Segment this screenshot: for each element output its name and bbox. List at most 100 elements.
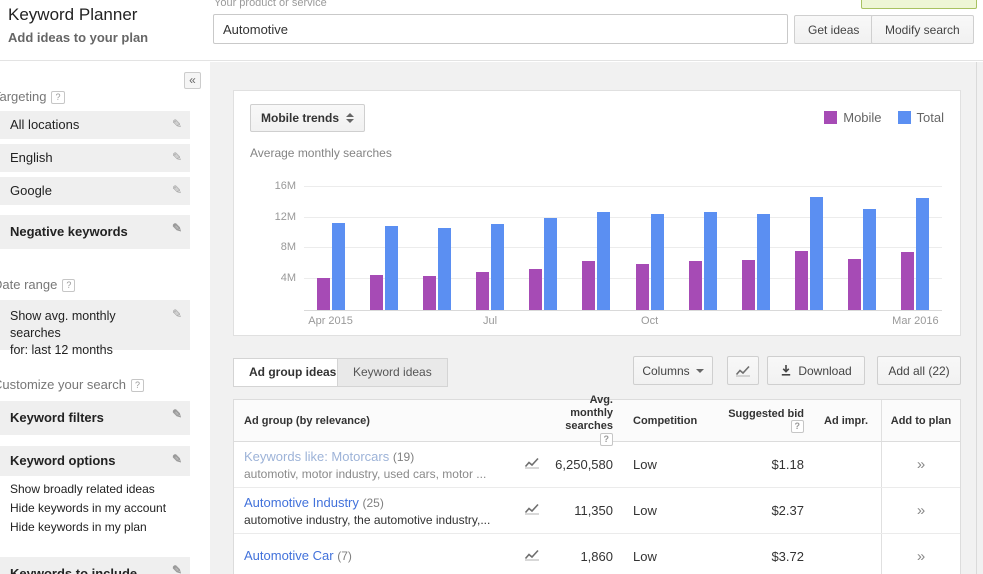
sidebar-item-keywords-to-include[interactable]: Keywords to include (0, 557, 190, 574)
edit-pencil-icon[interactable] (172, 117, 182, 131)
columns-dropdown[interactable]: Columns (633, 356, 713, 385)
collapse-sidebar-button[interactable] (184, 72, 201, 89)
help-icon[interactable] (51, 91, 65, 104)
edit-pencil-icon[interactable] (172, 452, 182, 466)
trend-chart-icon[interactable] (522, 547, 542, 566)
edit-pencil-icon[interactable] (172, 183, 182, 197)
suggested-bid-value: $2.37 (771, 503, 804, 518)
competition-value: Low (633, 457, 657, 472)
bar-group (794, 197, 823, 310)
help-icon[interactable] (130, 379, 144, 392)
caret-down-icon (695, 368, 704, 373)
ad-group-link[interactable]: Keywords like: Motorcars (244, 449, 389, 464)
col-add-to-plan: Add to plan (881, 400, 960, 441)
keyword-count: (19) (392, 449, 415, 464)
x-axis-label: Apr 2015 (308, 315, 353, 327)
sidebar-item-language[interactable]: English (0, 144, 190, 172)
sidebar-item-keyword-options[interactable]: Keyword options (0, 446, 190, 476)
bar-group (476, 224, 505, 310)
page-subtitle: Add ideas to your plan (8, 30, 149, 45)
sidebar-item-negative-keywords[interactable]: Negative keywords (0, 215, 190, 249)
bar-mobile (316, 278, 330, 310)
edit-pencil-icon[interactable] (172, 150, 182, 164)
sidebar-item-all-locations[interactable]: All locations (0, 111, 190, 139)
keyword-count: (25) (362, 495, 384, 510)
suggested-bid-value: $1.18 (771, 457, 804, 472)
help-icon[interactable] (790, 420, 804, 433)
x-axis-label: Mar 2016 (892, 315, 939, 327)
bar-mobile (741, 260, 755, 310)
help-icon[interactable] (599, 433, 613, 446)
customize-label-text: Customize your search (0, 377, 126, 392)
avg-monthly-searches-value: 1,860 (580, 549, 613, 564)
trend-chart-icon[interactable] (522, 455, 542, 474)
sidebar-item-date-range[interactable]: Show avg. monthly searches for: last 12 … (0, 300, 190, 357)
chart-view-button[interactable] (727, 356, 759, 385)
bar-total (384, 226, 398, 310)
mobile-trends-label: Mobile trends (261, 111, 340, 125)
cutoff-top-button[interactable] (861, 0, 977, 9)
date-range-line1: Show avg. monthly searches (10, 309, 116, 340)
competition-value: Low (633, 503, 657, 518)
x-axis-label: Jul (483, 315, 498, 327)
help-icon[interactable] (62, 279, 76, 292)
total-swatch-icon (897, 111, 911, 124)
ad-group-keywords: automotive industry, the automotive indu… (244, 512, 491, 527)
get-ideas-button[interactable]: Get ideas (794, 15, 874, 44)
table-row: Automotive Industry (25) automotive indu… (234, 488, 960, 534)
option-show-broadly: Show broadly related ideas (10, 482, 155, 496)
add-to-plan-button[interactable] (917, 456, 925, 473)
trend-chart-icon[interactable] (522, 501, 542, 520)
negative-keywords-label: Negative keywords (10, 224, 128, 239)
ad-group-link[interactable]: Automotive Car (244, 548, 334, 563)
bar-group (582, 212, 611, 310)
bar-total (437, 228, 451, 310)
trends-chart-card: Mobile trends Mobile Total Average month… (233, 90, 961, 336)
targeting-label-text: Targeting (0, 89, 47, 104)
bar-group (901, 198, 930, 310)
download-button[interactable]: Download (767, 356, 865, 385)
page-title: Keyword Planner (8, 5, 138, 24)
bar-total (544, 218, 558, 310)
tab-keyword-ideas[interactable]: Keyword ideas (337, 358, 448, 387)
bar-total (491, 224, 505, 310)
bar-total (809, 197, 823, 310)
bar-total (756, 214, 770, 310)
ad-group-ideas-table: Ad group (by relevance) Avg. monthly sea… (233, 394, 961, 574)
date-range-section-label: Date range (0, 277, 210, 292)
keyword-planner-app: Keyword Planner Add ideas to your plan Y… (0, 0, 983, 574)
ad-group-link[interactable]: Automotive Industry (244, 495, 359, 510)
bar-total (597, 212, 611, 310)
sidebar-item-network[interactable]: Google (0, 177, 190, 205)
table-row: Keywords like: Motorcars (19) automotiv,… (234, 442, 960, 488)
legend-total: Total (897, 110, 944, 125)
col-ad-group: Ad group (by relevance) (244, 414, 370, 427)
y-axis-label: 16M (274, 179, 296, 192)
customize-section-label: Customize your search (0, 377, 210, 392)
edit-pencil-icon[interactable] (172, 407, 182, 421)
sidebar-item-keyword-filters[interactable]: Keyword filters (0, 401, 190, 435)
edit-pencil-icon[interactable] (172, 221, 182, 235)
bar-group (848, 209, 877, 310)
download-label: Download (798, 363, 852, 378)
all-locations-label: All locations (10, 117, 80, 132)
language-label: English (10, 150, 53, 165)
edit-pencil-icon[interactable] (172, 563, 182, 574)
search-label: Your product or service (214, 0, 327, 9)
add-to-plan-button[interactable] (917, 548, 925, 565)
add-all-button[interactable]: Add all (22) (877, 356, 961, 385)
chart-plot: 4M 8M 12M 16M (275, 179, 942, 311)
bar-mobile (848, 259, 862, 310)
edit-pencil-icon[interactable] (172, 306, 182, 323)
legend-mobile: Mobile (824, 110, 882, 125)
header: Keyword Planner Add ideas to your plan Y… (0, 0, 983, 61)
modify-search-button[interactable]: Modify search (871, 15, 974, 44)
mobile-trends-dropdown[interactable]: Mobile trends (250, 104, 366, 132)
product-service-input[interactable] (213, 14, 788, 44)
chart-title: Average monthly searches (250, 146, 392, 160)
tab-ad-group-ideas[interactable]: Ad group ideas (233, 358, 353, 387)
bar-mobile (688, 261, 702, 310)
y-axis-label: 12M (274, 210, 296, 223)
y-axis-label: 8M (280, 241, 296, 254)
add-to-plan-button[interactable] (917, 502, 925, 519)
